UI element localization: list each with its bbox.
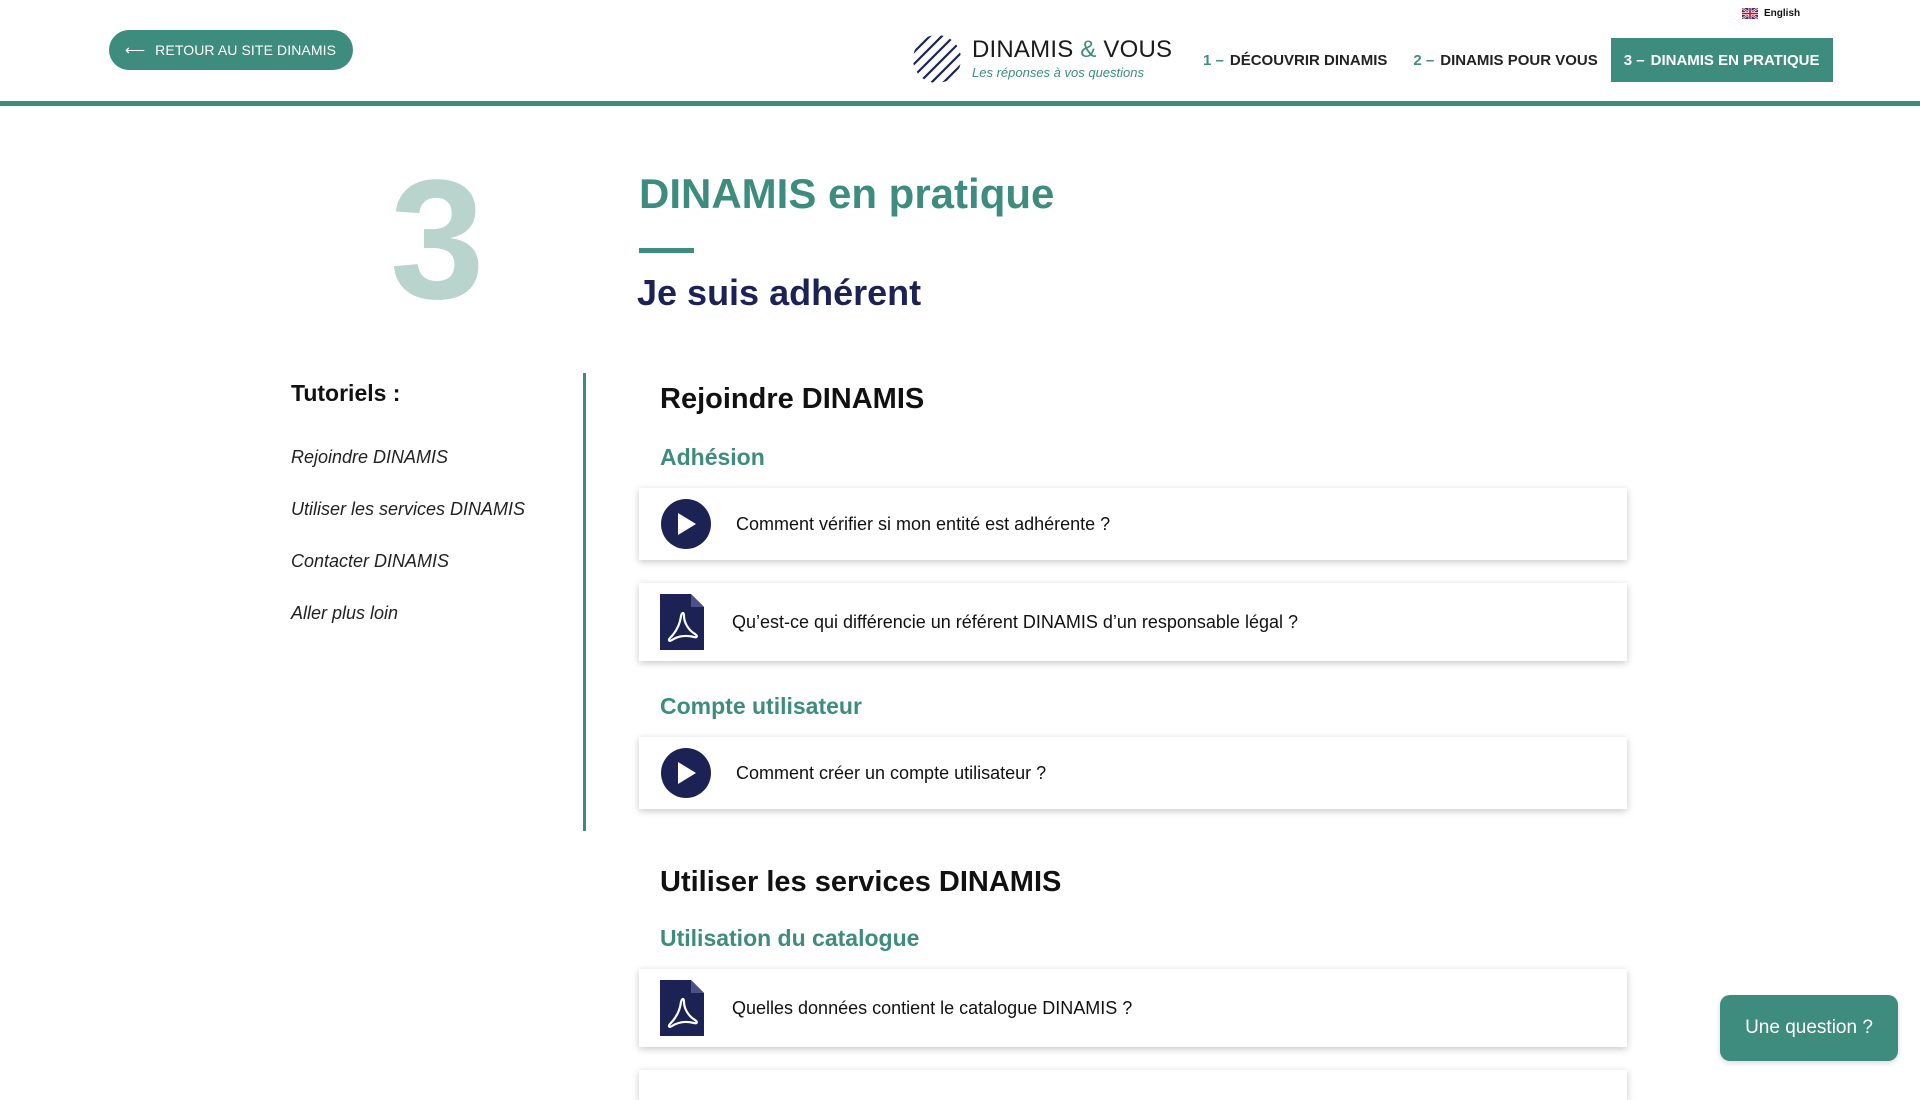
tutorial-card-text: Comment vérifier si mon entité est adhér… [736, 513, 1111, 534]
arrow-left-icon: ⟵ [125, 41, 146, 58]
logo-brand-vous: VOUS [1103, 36, 1173, 63]
play-video-icon [661, 499, 711, 549]
tutorial-card-referent-vs-responsable[interactable]: Qu’est-ce qui différencie un référent DI… [639, 583, 1627, 661]
site-header: ⟵ RETOUR AU SITE DINAMIS English DINAMIS… [0, 0, 1920, 106]
tutorial-card-catalogue[interactable]: Quelles données contient le catalogue DI… [639, 969, 1627, 1047]
back-button-label: RETOUR AU SITE DINAMIS [155, 42, 337, 58]
group-title-adhesion: Adhésion [660, 444, 765, 470]
nav-item-label: DÉCOUVRIR DINAMIS [1229, 51, 1388, 69]
nav-item-en-pratique[interactable]: 3 – DINAMIS EN PRATIQUE [1610, 38, 1833, 82]
nav-item-label: DINAMIS EN PRATIQUE [1650, 51, 1820, 69]
sidebar-divider [583, 373, 586, 831]
tutorial-card-creer-compte[interactable]: Comment créer un compte utilisateur ? [639, 737, 1627, 809]
sidebar-link-contacter[interactable]: Contacter DINAMIS [291, 551, 541, 572]
sidebar-link-utiliser[interactable]: Utiliser les services DINAMIS [291, 499, 541, 520]
page-title: DINAMIS en pratique [639, 170, 1055, 217]
nav-item-pour-vous[interactable]: 2 – DINAMIS POUR VOUS [1400, 38, 1610, 82]
sidebar-heading: Tutoriels : [291, 380, 401, 406]
back-to-site-button[interactable]: ⟵ RETOUR AU SITE DINAMIS [109, 30, 354, 70]
logo-brand: DINAMIS & VOUS [972, 38, 1172, 62]
nav-item-number: 1 – [1203, 51, 1224, 69]
sidebar-link-aller-plus-loin[interactable]: Aller plus loin [291, 603, 541, 624]
nav-item-decouvrir[interactable]: 1 – DÉCOUVRIR DINAMIS [1190, 38, 1400, 82]
tutorials-sidebar: Tutoriels : Rejoindre DINAMIS Utiliser l… [291, 380, 541, 655]
nav-item-number: 2 – [1413, 51, 1435, 69]
sidebar-link-rejoindre[interactable]: Rejoindre DINAMIS [291, 447, 541, 468]
tutorial-card-text: Qu’est-ce qui différencie un référent DI… [732, 611, 1298, 632]
language-label: English [1764, 8, 1801, 19]
tutorial-card-partial[interactable] [639, 1070, 1627, 1100]
nav-item-number: 3 – [1623, 51, 1645, 69]
logo-text: DINAMIS & VOUS Les réponses à vos questi… [972, 38, 1172, 81]
play-video-icon [661, 748, 711, 798]
section-number: 3 [390, 145, 485, 335]
logo-brand-dinamis: DINAMIS [972, 36, 1074, 63]
group-title-catalogue: Utilisation du catalogue [660, 925, 920, 951]
title-divider [639, 248, 694, 253]
group-title-compte-utilisateur: Compte utilisateur [660, 693, 862, 719]
nav-item-label: DINAMIS POUR VOUS [1440, 51, 1598, 69]
section-title-utiliser: Utiliser les services DINAMIS [660, 866, 1062, 898]
pdf-file-icon [660, 594, 704, 650]
logo[interactable]: DINAMIS & VOUS Les réponses à vos questi… [912, 34, 1172, 84]
logo-brand-amp: & [1080, 36, 1097, 63]
logo-tagline: Les réponses à vos questions [972, 65, 1144, 80]
striped-circle-logo-icon [913, 35, 961, 83]
section-title-rejoindre: Rejoindre DINAMIS [660, 383, 925, 415]
language-switch[interactable]: English [1742, 8, 1800, 19]
uk-flag-icon [1742, 8, 1758, 19]
question-chat-button[interactable]: Une question ? [1720, 995, 1898, 1061]
page-subtitle: Je suis adhérent [637, 272, 922, 313]
tutorial-card-text: Comment créer un compte utilisateur ? [736, 762, 1047, 783]
tutorial-card-verifier-adhesion[interactable]: Comment vérifier si mon entité est adhér… [639, 488, 1627, 560]
tutorial-card-text: Quelles données contient le catalogue DI… [732, 997, 1133, 1018]
main-nav: 1 – DÉCOUVRIR DINAMIS 2 – DINAMIS POUR V… [1190, 38, 1833, 82]
pdf-file-icon [660, 980, 704, 1036]
